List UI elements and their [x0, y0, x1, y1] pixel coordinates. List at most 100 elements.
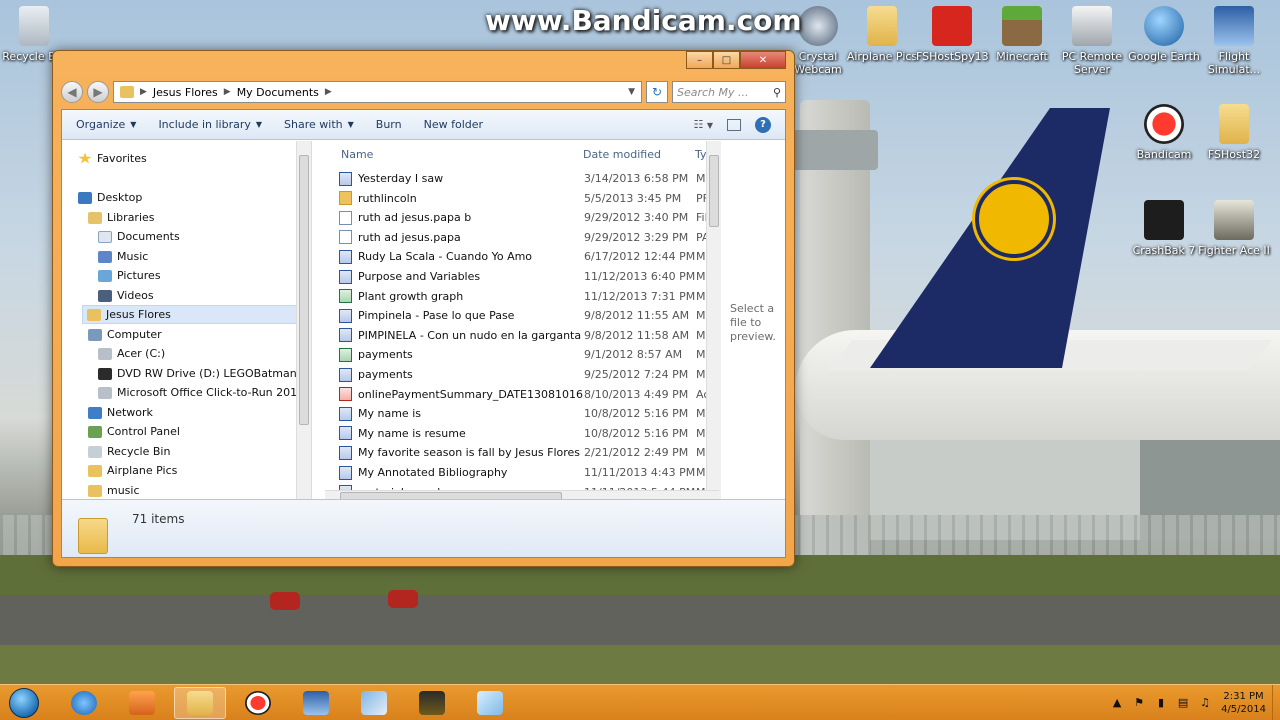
desktop-icon-pc-remote[interactable]: PC Remote Server — [1056, 6, 1128, 76]
minimize-button[interactable]: – — [686, 51, 713, 69]
desktop-icon-flight-sim[interactable]: Flight Simulat... — [1198, 6, 1270, 76]
taskbar-internet-explorer[interactable] — [58, 687, 110, 719]
network-status-icon[interactable]: ▤ — [1177, 697, 1189, 709]
address-bar[interactable]: ▶ Jesus Flores ▶ My Documents ▶ ▼ — [113, 81, 642, 103]
file-name: My favorite season is fall by Jesus Flor… — [358, 446, 581, 460]
file-row[interactable]: Plant growth graph 11/12/2013 7:31 PM M — [325, 287, 710, 306]
nav-acer-drive[interactable]: Acer (C:) — [98, 344, 165, 363]
taskbar-lego-batman[interactable] — [406, 687, 458, 719]
desktop-icon-fshost32[interactable]: FSHost32 — [1198, 104, 1270, 161]
taskbar-notes[interactable] — [464, 687, 516, 719]
search-input[interactable]: Search My ... ⚲ — [672, 81, 786, 103]
nav-scrollbar[interactable] — [296, 141, 311, 504]
file-row[interactable]: My favorite season is fall by Jesus Flor… — [325, 443, 710, 462]
file-row[interactable]: ruthlincoln 5/5/2013 3:45 PM PF — [325, 189, 710, 208]
include-in-library-button[interactable]: Include in library ▼ — [158, 118, 262, 131]
taskbar-app[interactable] — [348, 687, 400, 719]
nav-videos[interactable]: Videos — [98, 286, 154, 305]
file-row[interactable]: My Annotated Bibliography 11/11/2013 4:43… — [325, 463, 710, 482]
file-row[interactable]: onlinePaymentSummary_DATE13081016... 8/10… — [325, 385, 710, 404]
start-button[interactable] — [4, 686, 44, 720]
column-header-name[interactable]: Name — [341, 141, 373, 169]
fs2002-icon — [303, 691, 329, 715]
file-scroll-thumb[interactable] — [709, 155, 719, 227]
burn-button[interactable]: Burn — [376, 118, 402, 131]
word-file-icon — [339, 269, 352, 284]
file-scrollbar[interactable] — [706, 141, 721, 504]
nav-music-folder[interactable]: music — [88, 481, 140, 500]
nav-label: Jesus Flores — [106, 308, 171, 321]
file-row[interactable]: My name is resume 10/8/2012 5:16 PM M — [325, 424, 710, 443]
power-icon[interactable]: ▮ — [1155, 697, 1167, 709]
breadcrumb-separator-icon[interactable]: ▶ — [140, 87, 147, 97]
nav-label: Libraries — [107, 211, 155, 224]
recycle-bin-icon — [19, 6, 49, 46]
word-file-icon — [339, 171, 352, 186]
nav-airplane-pics[interactable]: Airplane Pics — [88, 461, 177, 480]
nav-network[interactable]: Network — [88, 403, 153, 422]
address-dropdown-icon[interactable]: ▼ — [628, 87, 641, 97]
desktop-icon-airplane-pics[interactable]: Airplane Pics — [846, 6, 918, 63]
help-icon[interactable]: ? — [755, 116, 771, 133]
refresh-button[interactable]: ↻ — [646, 81, 668, 103]
breadcrumb-separator-icon[interactable]: ▶ — [224, 87, 231, 97]
nav-recycle-bin[interactable]: Recycle Bin — [88, 442, 170, 461]
nav-pictures[interactable]: Pictures — [98, 266, 161, 285]
nav-computer[interactable]: Computer — [88, 325, 162, 344]
back-button[interactable]: ◀ — [61, 81, 83, 103]
organize-button[interactable]: Organize ▼ — [76, 118, 136, 131]
file-row[interactable]: ruth ad jesus.papa b 9/29/2012 3:40 PM Fil — [325, 208, 710, 227]
desktop-icon-minecraft[interactable]: Minecraft — [986, 6, 1058, 63]
nav-control-panel[interactable]: Control Panel — [88, 422, 180, 441]
file-row[interactable]: Yesterday I saw 3/14/2013 6:58 PM M — [325, 169, 710, 188]
file-row[interactable]: ruth ad jesus.papa 9/29/2012 3:29 PM PA — [325, 228, 710, 247]
preview-pane: Select a file to preview. — [722, 141, 789, 504]
taskbar-flight-sim[interactable] — [290, 687, 342, 719]
nav-desktop[interactable]: Desktop — [78, 188, 142, 207]
nav-music[interactable]: Music — [98, 247, 148, 266]
nav-jesus-flores[interactable]: Jesus Flores — [82, 305, 302, 324]
videos-icon — [98, 289, 112, 302]
nav-scroll-thumb[interactable] — [299, 155, 309, 425]
desktop-icon-fshostspy[interactable]: FSHostSpy13 — [916, 6, 989, 63]
file-date: 9/29/2012 3:29 PM — [584, 230, 689, 244]
airplane-app-icon — [361, 691, 387, 715]
nav-label: Acer (C:) — [117, 347, 166, 360]
file-row[interactable]: Pimpinela - Pase lo que Pase 9/8/2012 11:… — [325, 306, 710, 325]
taskbar-media-player[interactable] — [116, 687, 168, 719]
breadcrumb-jesus-flores[interactable]: Jesus Flores — [153, 86, 218, 99]
volume-icon[interactable]: ♫ — [1199, 697, 1211, 709]
clock[interactable]: 2:31 PM 4/5/2014 — [1221, 690, 1266, 716]
desktop-icon-bandicam[interactable]: Bandicam — [1128, 104, 1200, 161]
close-button[interactable]: ✕ — [740, 51, 786, 69]
nav-office-drive[interactable]: Microsoft Office Click-to-Run 2010 (Pr — [98, 383, 311, 402]
nav-dvd-drive[interactable]: DVD RW Drive (D:) LEGOBatman2 — [98, 364, 304, 383]
desktop-icon-crashbak[interactable]: CrashBak 7 — [1128, 200, 1200, 257]
show-hidden-icons-icon[interactable]: ▲ — [1111, 697, 1123, 709]
maximize-button[interactable]: □ — [713, 51, 740, 69]
preview-pane-icon[interactable] — [727, 118, 741, 131]
file-row[interactable]: payments 9/1/2012 8:57 AM M — [325, 345, 710, 364]
taskbar-explorer[interactable] — [174, 687, 226, 719]
view-options-icon[interactable]: ☷ ▼ — [693, 118, 713, 131]
desktop-icon-fighter-ace[interactable]: Fighter Ace II — [1198, 200, 1270, 257]
share-with-button[interactable]: Share with ▼ — [284, 118, 354, 131]
file-row[interactable]: payments 9/25/2012 7:24 PM M — [325, 365, 710, 384]
action-center-icon[interactable]: ⚑ — [1133, 697, 1145, 709]
desktop-icon-google-earth[interactable]: Google Earth — [1128, 6, 1200, 63]
file-row[interactable]: My name is 10/8/2012 5:16 PM M — [325, 404, 710, 423]
file-row[interactable]: Purpose and Variables 11/12/2013 6:40 PM M — [325, 267, 710, 286]
nav-favorites[interactable]: Favorites — [78, 149, 147, 168]
breadcrumb-my-documents[interactable]: My Documents — [237, 86, 319, 99]
nav-documents[interactable]: Documents — [98, 227, 180, 246]
show-desktop-button[interactable] — [1272, 685, 1280, 720]
nav-libraries[interactable]: Libraries — [88, 208, 155, 227]
column-header-date[interactable]: Date modified — [583, 141, 661, 169]
taskbar-bandicam[interactable] — [232, 687, 284, 719]
breadcrumb-separator-icon[interactable]: ▶ — [325, 87, 332, 97]
file-row[interactable]: Rudy La Scala - Cuando Yo Amo 6/17/2012 1… — [325, 247, 710, 266]
new-folder-button[interactable]: New folder — [424, 118, 483, 131]
forward-button[interactable]: ▶ — [87, 81, 109, 103]
file-row[interactable]: PIMPINELA - Con un nudo en la garganta 9/… — [325, 326, 710, 345]
column-header-type[interactable]: Ty — [695, 141, 707, 169]
